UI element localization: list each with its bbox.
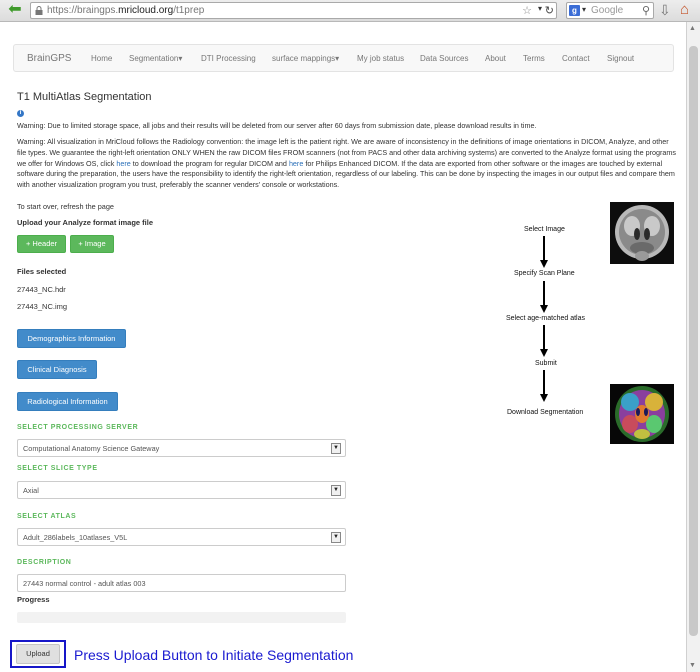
progress-bar — [17, 612, 346, 623]
workflow-step: Download Segmentation — [507, 409, 584, 416]
address-bar[interactable]: https://braingps.mricloud.org/t1prep ☆ ▾… — [30, 2, 557, 19]
atlas-select[interactable]: Adult_286labels_10atlases_V5L ▼ — [17, 528, 346, 546]
atlas-label: SELECT ATLAS — [17, 513, 77, 520]
processing-server-select[interactable]: Computational Anatomy Science Gateway ▼ — [17, 439, 346, 457]
refresh-hint: To start over, refresh the page — [17, 202, 114, 211]
clinical-diagnosis-button[interactable]: Clinical Diagnosis — [17, 360, 97, 379]
brand-logo[interactable]: BrainGPS — [27, 53, 71, 64]
file-item: 27443_NC.img — [17, 302, 68, 311]
nav-terms[interactable]: Terms — [523, 54, 545, 63]
nav-segmentation[interactable]: Segmentation▾ — [129, 54, 182, 63]
download-icon[interactable]: ⇩ — [659, 2, 671, 19]
segmentation-result-image — [610, 384, 674, 444]
brain-mri-image — [610, 202, 674, 264]
nav-about[interactable]: About — [485, 54, 506, 63]
chevron-down-icon[interactable]: ▼ — [331, 532, 341, 543]
down-arrow-icon — [540, 325, 548, 357]
storage-warning: Warning: Due to limited storage space, a… — [17, 121, 537, 130]
nav-signout[interactable]: Signout — [607, 54, 634, 63]
upload-annotation: Press Upload Button to Initiate Segmenta… — [74, 647, 354, 663]
nav-data-sources[interactable]: Data Sources — [420, 54, 468, 63]
workflow-step: Specify Scan Plane — [514, 270, 575, 277]
down-arrow-icon — [540, 281, 548, 313]
description-value: 27443 normal control - adult atlas 003 — [23, 579, 146, 588]
down-arrow-icon — [540, 370, 548, 402]
add-image-button[interactable]: + Image — [70, 235, 114, 253]
nav-my-job-status[interactable]: My job status — [357, 54, 404, 63]
workflow-step: Select age-matched atlas — [506, 315, 585, 322]
files-selected-heading: Files selected — [17, 267, 67, 276]
bookmark-star-icon[interactable]: ☆ — [522, 4, 532, 17]
scroll-up-arrow-icon[interactable]: ▲ — [689, 25, 696, 32]
reload-icon[interactable]: ↻ — [545, 4, 554, 17]
orientation-warning: Warning: All visualization in MriCloud f… — [17, 137, 677, 190]
down-arrow-icon — [540, 236, 548, 268]
select-value: Computational Anatomy Science Gateway — [23, 444, 160, 453]
demographics-button[interactable]: Demographics Information — [17, 329, 126, 348]
slice-type-select[interactable]: Axial ▼ — [17, 481, 346, 499]
scroll-down-arrow-icon[interactable]: ▼ — [689, 662, 696, 669]
server-label: SELECT PROCESSING SERVER — [17, 424, 139, 431]
nav-surface-mappings[interactable]: surface mappings▾ — [272, 54, 339, 63]
upload-button[interactable]: Upload — [16, 644, 60, 664]
description-label: DESCRIPTION — [17, 559, 72, 566]
windows-program-link[interactable]: here — [116, 159, 130, 168]
lock-icon — [35, 6, 43, 15]
url-dropdown-icon[interactable]: ▾ — [538, 4, 542, 13]
add-header-button[interactable]: + Header — [17, 235, 66, 253]
search-placeholder: Google — [591, 5, 624, 16]
vertical-scrollbar[interactable]: ▲ ▼ — [687, 22, 700, 672]
nav-contact[interactable]: Contact — [562, 54, 590, 63]
workflow-step: Select Image — [524, 226, 565, 233]
home-icon[interactable]: ⌂ — [680, 1, 689, 18]
search-icon[interactable]: ⚲ — [642, 4, 650, 17]
select-value: Adult_286labels_10atlases_V5L — [23, 533, 128, 542]
back-arrow-icon[interactable]: ⬅ — [5, 2, 25, 19]
scrollbar-thumb[interactable] — [689, 46, 698, 636]
google-icon: g — [569, 5, 580, 16]
nav-home[interactable]: Home — [91, 54, 112, 63]
site-navbar: BrainGPS Home Segmentation▾ DTI Processi… — [13, 44, 674, 72]
page-title: T1 MultiAtlas Segmentation — [17, 91, 152, 103]
workflow-step: Submit — [535, 360, 557, 367]
radiological-info-button[interactable]: Radiological Information — [17, 392, 118, 411]
browser-toolbar: ⬅ https://braingps.mricloud.org/t1prep ☆… — [0, 0, 700, 22]
upload-heading: Upload your Analyze format image file — [17, 218, 153, 227]
chevron-down-icon[interactable]: ▼ — [331, 443, 341, 454]
description-field[interactable]: 27443 normal control - adult atlas 003 — [17, 574, 346, 592]
url-text: https://braingps.mricloud.org/t1prep — [47, 5, 205, 16]
philips-program-link[interactable]: here — [289, 159, 303, 168]
chevron-down-icon[interactable]: ▼ — [331, 485, 341, 496]
progress-heading: Progress — [17, 595, 50, 604]
slice-type-label: SELECT SLICE TYPE — [17, 465, 98, 472]
info-icon: i — [17, 110, 24, 117]
search-engine-dropdown-icon[interactable]: ▾ — [582, 5, 586, 14]
select-value: Axial — [23, 486, 39, 495]
file-item: 27443_NC.hdr — [17, 285, 66, 294]
search-bar[interactable]: g ▾ Google ⚲ — [566, 2, 654, 19]
nav-dti-processing[interactable]: DTI Processing — [201, 54, 256, 63]
